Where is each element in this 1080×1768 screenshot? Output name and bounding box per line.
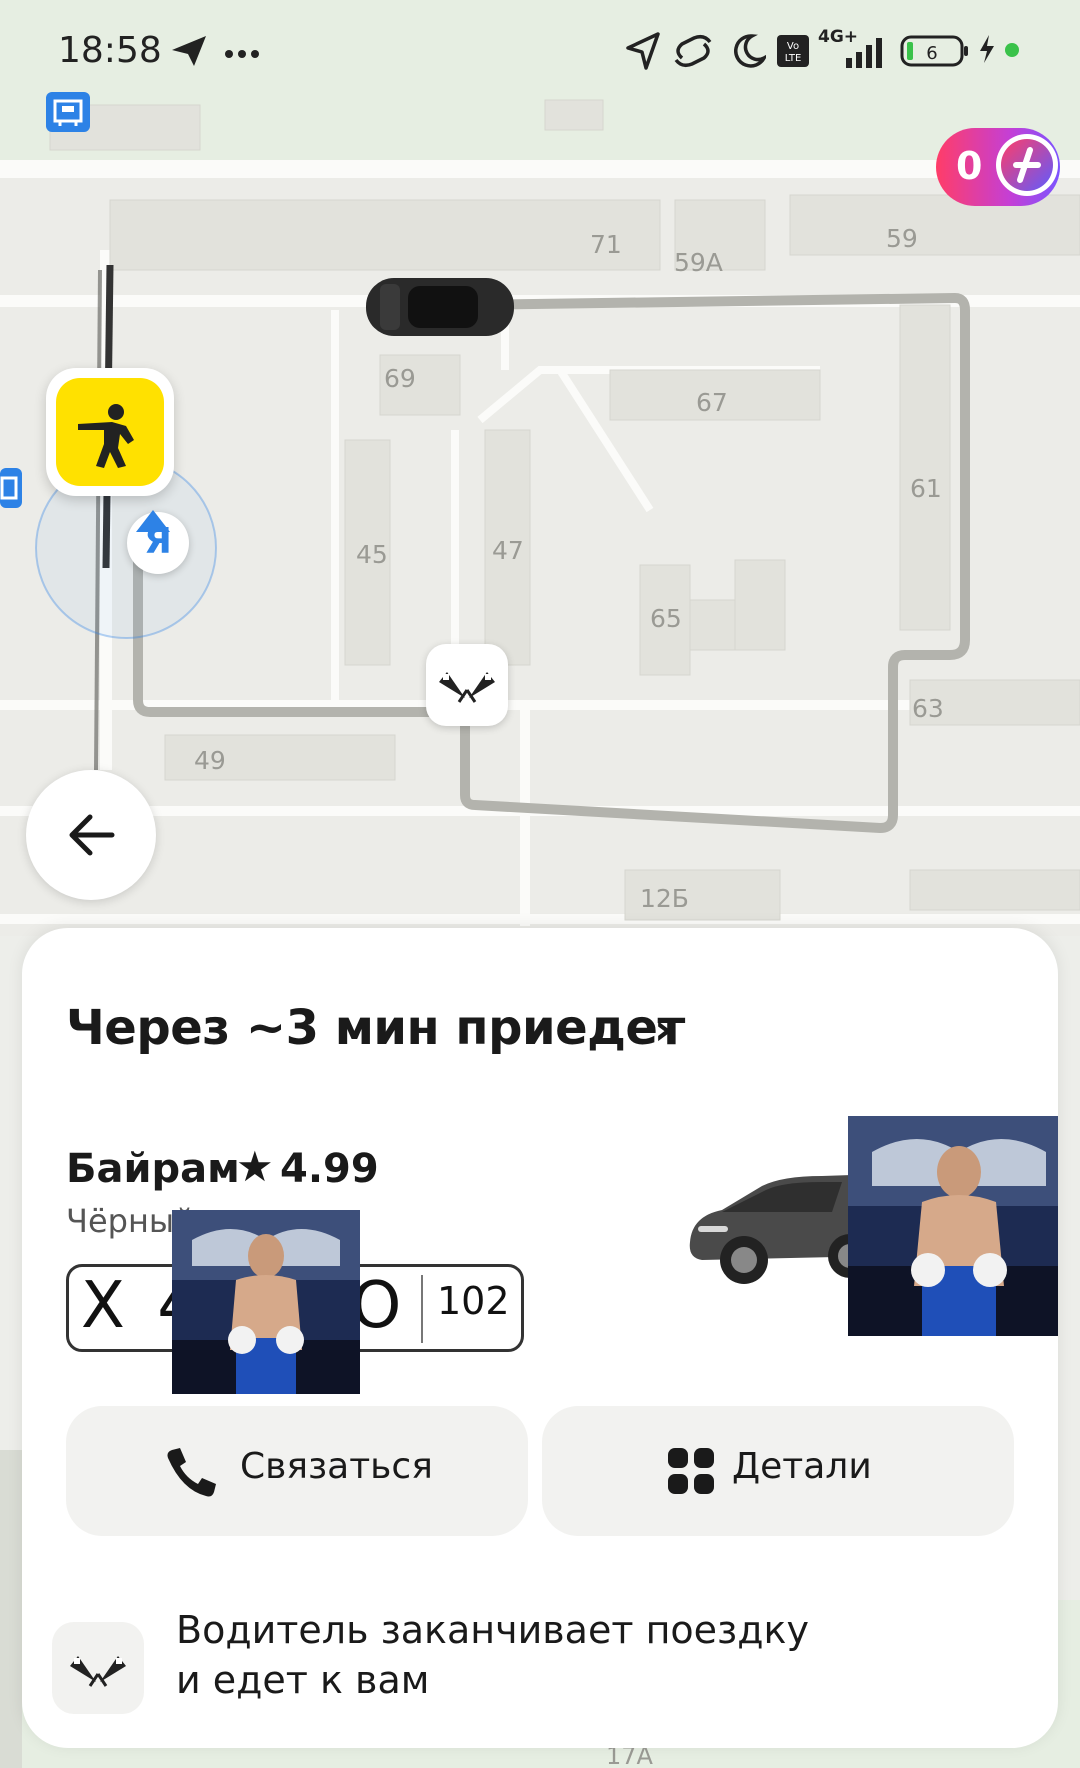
plus-icon	[996, 134, 1058, 196]
plate-divider	[421, 1275, 423, 1343]
phone-icon	[162, 1444, 220, 1502]
details-button[interactable]: Детали	[542, 1406, 1014, 1536]
svg-text:6: 6	[926, 43, 937, 64]
charging-icon	[978, 34, 996, 68]
bus-stop-icon[interactable]	[0, 468, 22, 508]
building-label: 61	[910, 474, 942, 503]
checkered-flags-icon	[68, 1646, 128, 1694]
building-label: 49	[194, 746, 226, 775]
plate-region: 102	[437, 1279, 510, 1323]
pickup-point-marker[interactable]	[46, 368, 174, 496]
fighter-photo-sticker	[848, 1116, 1058, 1336]
driver-rating: 4.99	[280, 1146, 379, 1192]
building-label: 65	[650, 604, 682, 633]
contact-button[interactable]: Связаться	[66, 1406, 528, 1536]
building-label: 59	[886, 224, 918, 253]
pickup-person-icon	[56, 378, 164, 486]
telegram-icon	[170, 34, 208, 72]
building-label: 67	[696, 388, 728, 417]
trip-status-text: Водитель заканчивает поездку	[176, 1608, 809, 1652]
star-icon: ★	[236, 1142, 274, 1191]
location-arrow-icon	[624, 32, 660, 74]
building-label: 12Б	[640, 884, 689, 913]
destination-flags-marker[interactable]	[426, 644, 508, 726]
volte-icon: Vo LTE	[776, 34, 810, 72]
details-button-label: Детали	[732, 1446, 872, 1487]
driver-car-marker	[366, 278, 514, 336]
eta-title[interactable]: Через ~3 мин приедет	[66, 1000, 685, 1056]
svg-text:LTE: LTE	[785, 53, 802, 64]
more-dots-icon	[224, 44, 260, 63]
grid-icon	[666, 1446, 716, 1500]
building-label: 59А	[674, 248, 723, 277]
trip-status-icon-box	[52, 1622, 144, 1714]
plus-points-badge[interactable]: 0	[936, 128, 1060, 206]
chevron-right-icon[interactable]: ›	[654, 1004, 672, 1055]
checkered-flags-icon	[437, 662, 497, 710]
status-time: 18:58	[58, 30, 162, 71]
building-label: 63	[912, 694, 944, 723]
plus-points-count: 0	[956, 144, 983, 188]
heading-arrow-icon	[136, 510, 170, 536]
hotspot-icon	[672, 34, 714, 72]
status-bar: 18:58 Vo LTE 4G+ 6	[0, 0, 1080, 100]
moon-icon	[730, 32, 769, 74]
driver-name: Байрам	[66, 1146, 240, 1192]
battery-icon: 6	[900, 34, 970, 72]
trip-status-text: и едет к вам	[176, 1658, 430, 1702]
building-label: 69	[384, 364, 416, 393]
contact-button-label: Связаться	[240, 1446, 433, 1487]
svg-text:4G+: 4G+	[818, 27, 858, 47]
fighter-photo-sticker	[172, 1210, 360, 1394]
svg-text:Vo: Vo	[787, 41, 799, 52]
building-label: 45	[356, 540, 388, 569]
green-dot-icon	[1004, 42, 1020, 62]
arrow-left-icon	[66, 812, 116, 862]
building-label: 71	[590, 230, 622, 259]
trip-bottom-sheet[interactable]: Через ~3 мин приедет › Байрам ★ 4.99 Чёр…	[22, 928, 1058, 1748]
signal-4g-icon: 4G+	[816, 26, 890, 74]
back-button[interactable]	[26, 770, 156, 900]
building-label: 47	[492, 536, 524, 565]
